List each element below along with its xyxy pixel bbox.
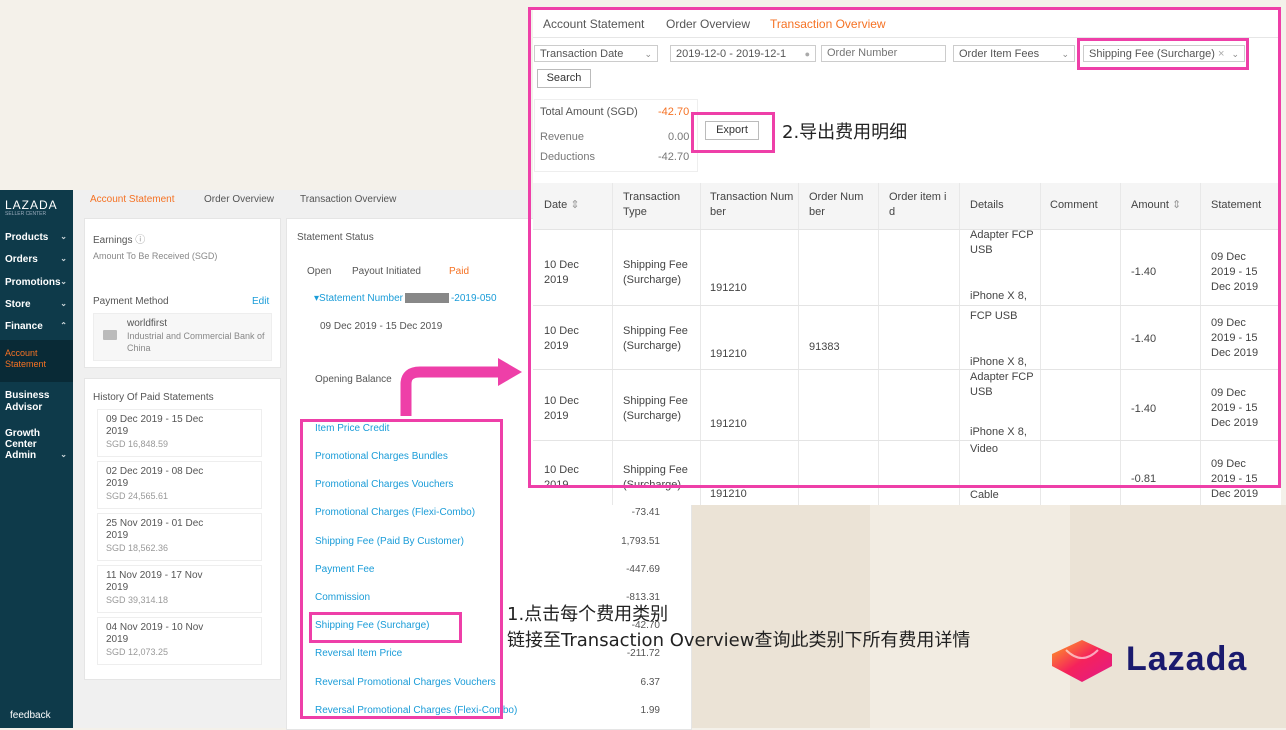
background-panel-light bbox=[870, 505, 1070, 728]
history-item[interactable]: 02 Dec 2019 - 08 Dec 2019 SGD 24,565.61 bbox=[97, 461, 262, 509]
transaction-overview-highlight bbox=[528, 7, 1281, 488]
sidebar-item-orders[interactable]: Orders ⌄ bbox=[5, 254, 71, 265]
earnings-title: Earnings ⓘ bbox=[93, 235, 146, 246]
fee-value: 1,793.51 bbox=[621, 536, 660, 547]
sidebar-item-account-statement[interactable]: Account Statement bbox=[0, 340, 73, 382]
sidebar-item-promotions[interactable]: Promotions ⌄ bbox=[5, 277, 71, 288]
payment-method-label: Payment Method bbox=[93, 296, 169, 307]
step1-annotation-line1: 1.点击每个费用类别 bbox=[507, 604, 669, 625]
sidebar: LAZADA SELLER CENTER Products ⌄ Orders ⌄ P… bbox=[0, 190, 73, 728]
earnings-card: Earnings ⓘ Amount To Be Received (SGD) P… bbox=[84, 218, 281, 368]
chevron-down-icon: ⌄ bbox=[60, 277, 67, 286]
sidebar-item-finance[interactable]: Finance ⌃ bbox=[5, 321, 71, 332]
fee-type-highlight bbox=[1077, 38, 1249, 70]
lazada-brand-text: Lazada bbox=[1126, 640, 1248, 678]
info-icon[interactable]: ⓘ bbox=[135, 235, 145, 246]
history-card: History Of Paid Statements 09 Dec 2019 -… bbox=[84, 378, 281, 680]
lazada-seller-logo[interactable]: LAZADA bbox=[5, 198, 58, 212]
payment-method-bank: Industrial and Commercial Bank of China bbox=[127, 331, 265, 353]
chevron-down-icon: ⌄ bbox=[60, 299, 67, 308]
sidebar-item-business-advisor[interactable]: Business Advisor bbox=[5, 390, 60, 414]
sidebar-item-store[interactable]: Store ⌄ bbox=[5, 299, 71, 310]
arrow-to-transaction-overview bbox=[400, 358, 522, 416]
step1-annotation-line2: 链接至Transaction Overview查询此类别下所有费用详情 bbox=[507, 630, 971, 651]
payment-method-name: worldfirst bbox=[127, 318, 168, 329]
chevron-down-icon: ⌄ bbox=[60, 232, 67, 241]
history-item[interactable]: 09 Dec 2019 - 15 Dec 2019 SGD 16,848.59 bbox=[97, 409, 262, 457]
history-item[interactable]: 25 Nov 2019 - 01 Dec 2019 SGD 18,562.36 bbox=[97, 513, 262, 561]
statement-number-link[interactable]: ▾Statement Number -2019-050 bbox=[314, 293, 497, 304]
edit-payment-link[interactable]: Edit bbox=[252, 296, 269, 307]
history-item[interactable]: 04 Nov 2019 - 10 Nov 2019 SGD 12,073.25 bbox=[97, 617, 262, 665]
cell-transaction-number: 191210 bbox=[710, 488, 747, 500]
history-item[interactable]: 11 Nov 2019 - 17 Nov 2019 SGD 39,314.18 bbox=[97, 565, 262, 613]
sidebar-item-admin[interactable]: Admin ⌄ bbox=[5, 450, 71, 461]
sidebar-item-growth-center[interactable]: Growth Center bbox=[5, 428, 71, 450]
cell-details-bottom: Cable bbox=[970, 489, 999, 501]
bank-card-icon bbox=[103, 330, 117, 340]
chevron-down-icon: ⌄ bbox=[60, 254, 67, 263]
tab-transaction-overview[interactable]: Transaction Overview bbox=[300, 194, 396, 205]
feedback-link[interactable]: feedback bbox=[10, 710, 51, 721]
lazada-heart-logo bbox=[1052, 640, 1112, 682]
seller-center-label: SELLER CENTER bbox=[5, 211, 47, 217]
fee-value: -73.41 bbox=[631, 507, 660, 518]
amount-to-receive-label: Amount To Be Received (SGD) bbox=[93, 251, 218, 261]
status-tab-open[interactable]: Open bbox=[307, 266, 331, 277]
statement-status-title: Statement Status bbox=[297, 232, 374, 243]
fee-value: -447.69 bbox=[626, 564, 660, 575]
tab-account-statement[interactable]: Account Statement bbox=[90, 194, 175, 205]
sidebar-item-products[interactable]: Products ⌄ bbox=[5, 232, 71, 243]
history-title: History Of Paid Statements bbox=[93, 392, 214, 403]
shipping-surcharge-highlight bbox=[309, 612, 462, 643]
payment-method-box: worldfirst Industrial and Commercial Ban… bbox=[93, 313, 272, 361]
status-tab-paid[interactable]: Paid bbox=[449, 266, 469, 277]
step2-annotation: 2.导出费用明细 bbox=[782, 122, 908, 143]
fee-value: 1.99 bbox=[640, 705, 660, 716]
fee-value: 6.37 bbox=[640, 677, 660, 688]
opening-balance-label: Opening Balance bbox=[315, 374, 392, 385]
redacted-block bbox=[404, 293, 449, 304]
status-tab-payout-initiated[interactable]: Payout Initiated bbox=[352, 266, 421, 277]
export-highlight bbox=[691, 112, 775, 153]
chevron-up-icon: ⌃ bbox=[60, 321, 67, 330]
statement-period: 09 Dec 2019 - 15 Dec 2019 bbox=[320, 321, 443, 332]
fee-list-highlight bbox=[300, 419, 503, 719]
chevron-down-icon: ⌄ bbox=[60, 450, 67, 459]
tab-order-overview[interactable]: Order Overview bbox=[204, 194, 274, 205]
